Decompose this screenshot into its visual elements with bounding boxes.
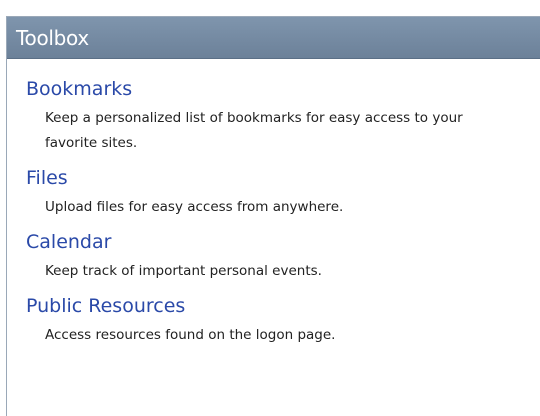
- toolbox-item-public-resources: Public Resources Access resources found …: [26, 294, 540, 348]
- toolbox-list: Bookmarks Keep a personalized list of bo…: [7, 59, 540, 348]
- toolbox-title: Toolbox: [16, 25, 89, 50]
- files-link[interactable]: Files: [26, 166, 68, 190]
- toolbox-panel: Toolbox Bookmarks Keep a personalized li…: [6, 16, 540, 416]
- toolbox-item-files: Files Upload files for easy access from …: [26, 166, 540, 220]
- calendar-description: Keep track of important personal events.: [45, 263, 322, 279]
- bookmarks-link[interactable]: Bookmarks: [26, 77, 132, 101]
- public-resources-description: Access resources found on the logon page…: [45, 327, 336, 343]
- toolbox-item-bookmarks: Bookmarks Keep a personalized list of bo…: [26, 77, 540, 156]
- bookmarks-description: Keep a personalized list of bookmarks fo…: [45, 110, 463, 151]
- files-description: Upload files for easy access from anywhe…: [45, 199, 344, 215]
- public-resources-link[interactable]: Public Resources: [26, 294, 185, 318]
- toolbox-header: Toolbox: [7, 17, 540, 59]
- toolbox-item-calendar: Calendar Keep track of important persona…: [26, 230, 540, 284]
- calendar-link[interactable]: Calendar: [26, 230, 111, 254]
